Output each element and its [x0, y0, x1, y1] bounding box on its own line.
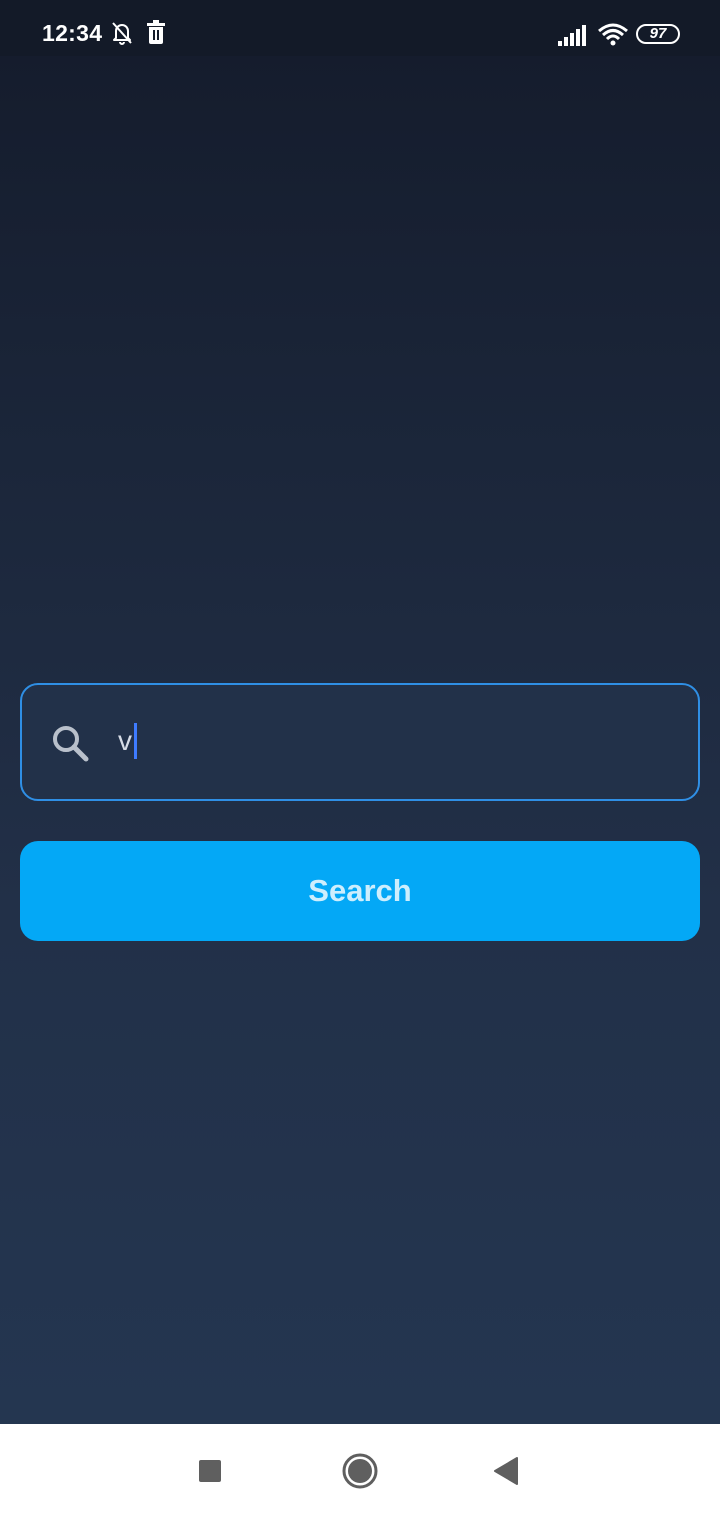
back-icon[interactable]: [487, 1450, 527, 1490]
search-input-value: v: [118, 725, 132, 756]
navigation-bar: [0, 1424, 720, 1520]
signal-icon: [558, 25, 586, 46]
recents-icon[interactable]: [190, 1450, 230, 1490]
status-bar: 12:34 97: [0, 0, 720, 56]
bell-off-icon: [112, 22, 132, 45]
wifi-icon: [598, 23, 628, 46]
search-field[interactable]: v: [20, 683, 700, 801]
status-time: 12:34: [42, 20, 103, 46]
home-icon[interactable]: [340, 1450, 380, 1490]
search-button[interactable]: Search: [20, 841, 700, 941]
search-input[interactable]: v: [118, 721, 137, 761]
text-caret: [134, 723, 137, 759]
battery-icon: 97: [636, 24, 680, 44]
search-icon: [53, 726, 89, 762]
trash-icon: [147, 20, 165, 44]
